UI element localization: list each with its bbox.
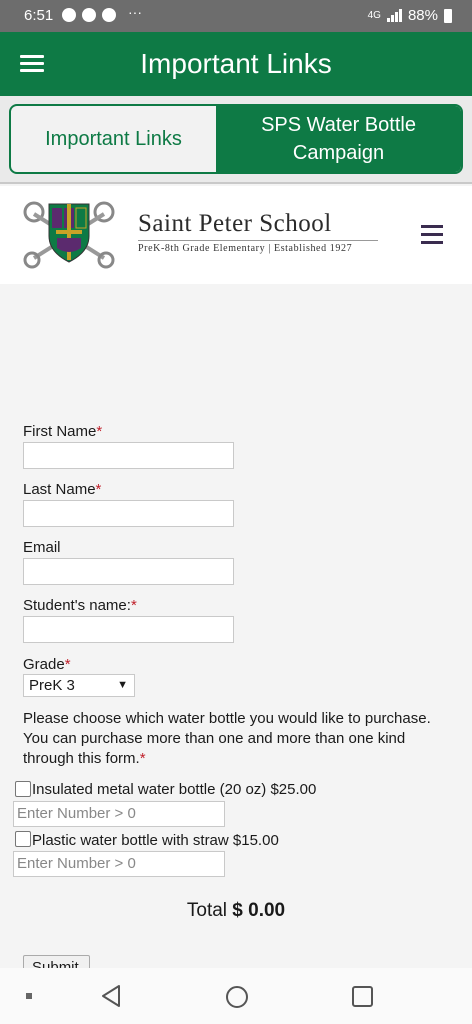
tab-water-bottle-campaign[interactable]: SPS Water Bottle Campaign xyxy=(216,106,461,172)
grade-label: Grade* xyxy=(23,656,71,673)
status-time: 6:51 xyxy=(24,7,54,24)
nav-indicator-icon xyxy=(26,993,32,999)
page-title: Important Links xyxy=(140,48,332,79)
tab-bar: Important Links SPS Water Bottle Campaig… xyxy=(0,96,472,184)
system-nav-bar xyxy=(0,968,472,1024)
settings-icon xyxy=(82,8,96,22)
app-header: Important Links xyxy=(0,32,472,96)
plastic-bottle-label: Plastic water bottle with straw $15.00 xyxy=(32,832,279,849)
first-name-label: First Name* xyxy=(23,423,103,440)
last-name-label: Last Name* xyxy=(23,481,102,498)
school-name: Saint Peter School xyxy=(138,210,332,237)
email-label: Email xyxy=(23,539,61,556)
email-input[interactable] xyxy=(23,558,234,585)
home-icon[interactable] xyxy=(226,986,248,1008)
divider xyxy=(138,240,378,241)
battery-icon xyxy=(444,8,452,23)
segmented-tabs: Important Links SPS Water Bottle Campaig… xyxy=(9,104,463,174)
student-name-input[interactable] xyxy=(23,616,234,643)
overflow-indicator: ··· xyxy=(128,4,142,20)
facebook-icon xyxy=(62,8,76,22)
student-name-label: Student's name:* xyxy=(23,597,137,614)
battery-percent: 88% xyxy=(407,7,438,24)
grade-select-value: PreK 3 xyxy=(29,677,75,694)
first-name-input[interactable] xyxy=(23,442,234,469)
total-label: Total xyxy=(186,900,228,921)
school-tagline: PreK-8th Grade Elementary | Established … xyxy=(138,243,353,254)
back-icon[interactable] xyxy=(100,984,122,1008)
instructions-text: Please choose which water bottle you wou… xyxy=(23,710,431,767)
metal-bottle-checkbox[interactable] xyxy=(15,781,31,797)
grade-select[interactable]: PreK 3 ▼ xyxy=(23,674,135,697)
last-name-input[interactable] xyxy=(23,500,234,527)
total-value: $ 0.00 xyxy=(232,900,286,921)
submit-button[interactable]: Submit xyxy=(23,955,90,968)
recent-apps-icon[interactable] xyxy=(352,986,373,1007)
order-total: Total $ 0.00 xyxy=(0,900,472,922)
metal-bottle-quantity-input[interactable]: Enter Number > 0 xyxy=(13,801,225,827)
network-label: 4G xyxy=(367,10,381,21)
order-form: First Name* Last Name* Email Student's n… xyxy=(0,284,472,968)
plastic-bottle-checkbox[interactable] xyxy=(15,831,31,847)
plastic-bottle-quantity-input[interactable]: Enter Number > 0 xyxy=(13,851,225,877)
status-bar: 6:51 ··· 4G 88% xyxy=(0,0,472,32)
school-banner: Saint Peter School PreK-8th Grade Elemen… xyxy=(0,186,472,284)
signal-icon xyxy=(386,9,402,22)
metal-bottle-label: Insulated metal water bottle (20 oz) $25… xyxy=(32,781,317,798)
site-menu-icon[interactable] xyxy=(421,225,443,244)
chevron-down-icon: ▼ xyxy=(117,679,128,691)
school-crest-icon xyxy=(23,201,115,269)
tab-important-links[interactable]: Important Links xyxy=(11,106,216,172)
alert-icon xyxy=(102,8,116,22)
